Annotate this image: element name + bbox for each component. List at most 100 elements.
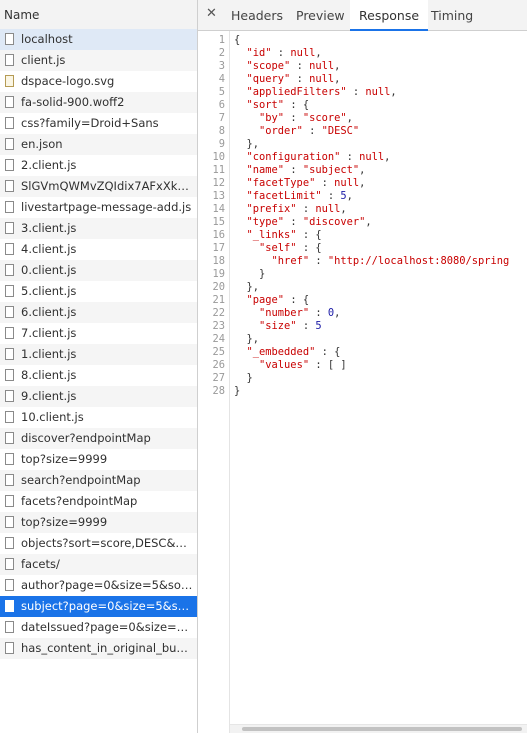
code-line: 11 "name" : "subject", — [198, 164, 527, 177]
line-number: 3 — [218, 60, 225, 72]
code-text: "size" : 5 — [259, 320, 322, 332]
response-viewer[interactable]: 1{2 "id" : null, 3 "scope" : null, 4 "quer… — [198, 31, 527, 733]
line-number: 23 — [212, 320, 225, 332]
file-icon — [5, 411, 14, 423]
request-name: facets/ — [21, 557, 60, 571]
request-row[interactable]: has_content_in_original_bun... — [0, 638, 197, 659]
tab-response[interactable]: Response — [350, 0, 429, 31]
request-name: top?size=9999 — [21, 452, 108, 466]
code-line: 4 "query" : null, — [198, 73, 527, 86]
request-row[interactable]: top?size=9999 — [0, 449, 197, 470]
code-text: "facetType" : null, — [246, 177, 366, 189]
request-row[interactable]: SlGVmQWMvZQIdix7AFxXkH... — [0, 176, 197, 197]
request-name: facets?endpointMap — [21, 494, 138, 508]
request-details-panel: ✕ Headers Preview Response Timing 1{2 "i… — [198, 0, 527, 733]
code-line: 14 "prefix" : null, — [198, 203, 527, 216]
request-row[interactable]: 7.client.js — [0, 323, 197, 344]
request-row[interactable]: 6.client.js — [0, 302, 197, 323]
request-row[interactable]: facets/ — [0, 554, 197, 575]
request-name: 6.client.js — [21, 305, 77, 319]
line-number: 18 — [212, 255, 225, 267]
details-tab-bar: ✕ Headers Preview Response Timing — [198, 0, 527, 31]
code-text: "by" : "score", — [259, 112, 353, 124]
request-row[interactable]: localhost — [0, 29, 197, 50]
request-name: client.js — [21, 53, 66, 67]
request-row[interactable]: en.json — [0, 134, 197, 155]
request-row[interactable]: discover?endpointMap — [0, 428, 197, 449]
code-text: "_embedded" : { — [246, 346, 341, 358]
request-list: localhost client.js dspace-logo.svg fa-soli… — [0, 29, 197, 659]
file-icon — [5, 453, 14, 465]
file-icon — [5, 159, 14, 171]
file-icon — [5, 285, 14, 297]
request-name: css?family=Droid+Sans — [21, 116, 159, 130]
code-text: "id" : null, — [246, 47, 322, 59]
request-name: fa-solid-900.woff2 — [21, 95, 125, 109]
request-row[interactable]: 8.client.js — [0, 365, 197, 386]
request-name: 10.client.js — [21, 410, 84, 424]
code-text: "href" : "http://localhost:8080/spring — [271, 255, 510, 267]
request-row[interactable]: dateIssued?page=0&size=5&... — [0, 617, 197, 638]
request-name: livestartpage-message-add.js — [21, 200, 192, 214]
line-number: 9 — [218, 138, 225, 150]
request-row[interactable]: subject?page=0&size=5&sort... — [0, 596, 197, 617]
code-line: 20 }, — [198, 281, 527, 294]
request-row[interactable]: search?endpointMap — [0, 470, 197, 491]
code-text: "facetLimit" : 5, — [246, 190, 353, 202]
request-name: 5.client.js — [21, 284, 77, 298]
image-file-icon — [5, 75, 14, 87]
request-name: search?endpointMap — [21, 473, 141, 487]
request-row[interactable]: client.js — [0, 50, 197, 71]
request-row[interactable]: 5.client.js — [0, 281, 197, 302]
line-number: 25 — [212, 346, 225, 358]
tab-preview[interactable]: Preview — [296, 0, 345, 30]
request-row[interactable]: objects?sort=score,DESC&pa... — [0, 533, 197, 554]
code-text: } — [234, 268, 266, 280]
code-line: 7 "by" : "score", — [198, 112, 527, 125]
request-row[interactable]: 9.client.js — [0, 386, 197, 407]
code-line: 25 "_embedded" : { — [198, 346, 527, 359]
request-row[interactable]: css?family=Droid+Sans — [0, 113, 197, 134]
file-icon — [5, 222, 14, 234]
request-name: 7.client.js — [21, 326, 77, 340]
line-number: 26 — [212, 359, 225, 371]
request-row[interactable]: 3.client.js — [0, 218, 197, 239]
file-icon — [5, 264, 14, 276]
request-name: 3.client.js — [21, 221, 77, 235]
scrollbar-thumb[interactable] — [242, 727, 522, 731]
code-text: "type" : "discover", — [246, 216, 372, 228]
request-row[interactable]: fa-solid-900.woff2 — [0, 92, 197, 113]
request-row[interactable]: 10.client.js — [0, 407, 197, 428]
request-row[interactable]: top?size=9999 — [0, 512, 197, 533]
code-text: "self" : { — [259, 242, 322, 254]
close-icon[interactable]: ✕ — [206, 7, 218, 21]
request-row[interactable]: author?page=0&size=5&sort... — [0, 575, 197, 596]
line-number: 15 — [212, 216, 225, 228]
code-text: "query" : null, — [246, 73, 341, 85]
request-name: has_content_in_original_bun... — [21, 641, 193, 655]
file-icon — [5, 54, 14, 66]
request-row[interactable]: 4.client.js — [0, 239, 197, 260]
code-line: 18 "href" : "http://localhost:8080/sprin… — [198, 255, 527, 268]
line-number: 19 — [212, 268, 225, 280]
request-row[interactable]: facets?endpointMap — [0, 491, 197, 512]
request-row[interactable]: 0.client.js — [0, 260, 197, 281]
code-line: 2 "id" : null, — [198, 47, 527, 60]
tab-headers[interactable]: Headers — [231, 0, 283, 30]
request-row[interactable]: 2.client.js — [0, 155, 197, 176]
request-name: 0.client.js — [21, 263, 77, 277]
code-text: "scope" : null, — [246, 60, 341, 72]
horizontal-scrollbar[interactable] — [230, 724, 527, 733]
code-line: 17 "self" : { — [198, 242, 527, 255]
tab-timing[interactable]: Timing — [431, 0, 473, 30]
code-line: 26 "values" : [ ] — [198, 359, 527, 372]
code-line: 28} — [198, 385, 527, 398]
name-column-header[interactable]: Name — [0, 0, 197, 31]
file-icon — [5, 243, 14, 255]
request-row[interactable]: livestartpage-message-add.js — [0, 197, 197, 218]
line-number: 4 — [218, 73, 225, 85]
code-text: "number" : 0, — [259, 307, 341, 319]
request-row[interactable]: dspace-logo.svg — [0, 71, 197, 92]
request-name: top?size=9999 — [21, 515, 108, 529]
request-row[interactable]: 1.client.js — [0, 344, 197, 365]
